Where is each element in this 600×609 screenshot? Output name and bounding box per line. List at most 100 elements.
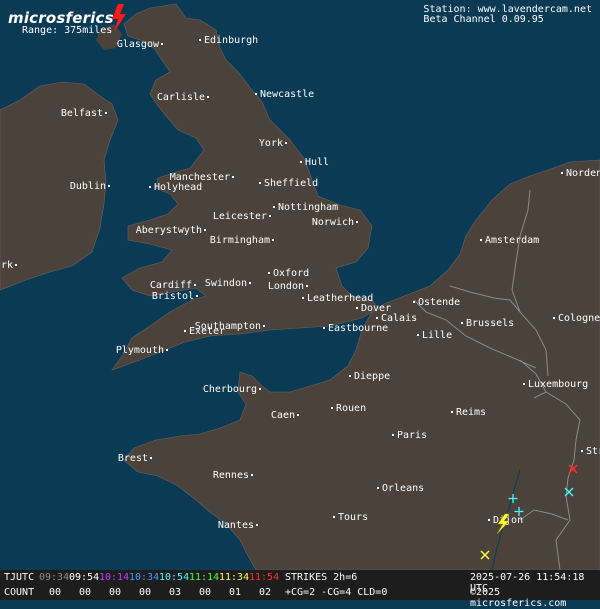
- count-slot: 00: [79, 587, 92, 598]
- city-dot: [377, 487, 379, 489]
- city-dot: [306, 285, 308, 287]
- time-slot: 11:54: [249, 572, 280, 583]
- city-plymouth: Plymouth: [116, 345, 168, 356]
- city-label: Oxford: [273, 268, 309, 279]
- city-label: Lille: [422, 330, 452, 341]
- city-dot: [417, 334, 419, 336]
- count-slot: 01: [229, 587, 242, 598]
- city-label: Paris: [397, 430, 427, 441]
- city-dot: [561, 172, 563, 174]
- city-dot: [150, 457, 152, 459]
- city-dot: [356, 221, 358, 223]
- city-hull: Hull: [300, 157, 329, 168]
- city-label: Edinburgh: [204, 35, 258, 46]
- city-dot: [413, 301, 415, 303]
- city-label: Plymouth: [116, 345, 164, 356]
- city-label: Brest: [118, 453, 148, 464]
- status-footer: TJUTC 09:34 09:54 10:14 10:34 10:54 11:14 11:3…: [0, 570, 600, 609]
- time-slot: 09:34: [39, 572, 70, 583]
- city-label: Glasgow: [117, 39, 160, 50]
- city-dot: [166, 349, 168, 351]
- city-label: Reims: [456, 407, 486, 418]
- count-slot: 00: [109, 587, 122, 598]
- time-slot: 11:14: [189, 572, 220, 583]
- city-label: Calais: [381, 313, 417, 324]
- city-dot: [263, 325, 265, 327]
- time-slot: 11:34: [219, 572, 250, 583]
- city-label: Swindon: [205, 278, 247, 289]
- city-label: Cologne: [558, 313, 600, 324]
- city-birmingham: Birmingham: [210, 235, 274, 246]
- city-dot: [297, 414, 299, 416]
- strikes-total: STRIKES 2h=6: [285, 572, 358, 583]
- city-dot: [255, 93, 257, 95]
- city-dot: [249, 282, 251, 284]
- city-label: Birmingham: [210, 235, 270, 246]
- city-label: Ostende: [418, 297, 460, 308]
- city-dot: [207, 96, 209, 98]
- city-dot: [105, 112, 107, 114]
- city-bristol: Bristol: [152, 291, 198, 302]
- footer-row-counts: COUNT 00 00 00 00 03 00 01 02 +CG=2 -CG=4 CLD=0…: [0, 585, 600, 609]
- city-dot: [184, 330, 186, 332]
- city-label: Dieppe: [354, 371, 390, 382]
- city-label: London: [268, 281, 304, 292]
- count-slot: 00: [139, 587, 152, 598]
- city-edinburgh: Edinburgh: [199, 35, 258, 46]
- city-dot: [553, 317, 555, 319]
- city-dot: [356, 307, 358, 309]
- city-reims: Reims: [451, 407, 486, 418]
- city-dot: [269, 215, 271, 217]
- city-swindon: Swindon: [205, 278, 251, 289]
- city-label: Brussels: [466, 318, 514, 329]
- city-dot: [451, 411, 453, 413]
- lightning-map[interactable]: Glasgow Edinburgh Belfast Carlisle Newcastle…: [0, 0, 600, 600]
- city-paris: Paris: [392, 430, 427, 441]
- city-dot: [461, 322, 463, 324]
- city-belfast: Belfast: [61, 108, 107, 119]
- city-dot: [331, 407, 333, 409]
- city-dot: [323, 327, 325, 329]
- city-southampton: Southampton: [195, 321, 265, 332]
- count-slot: 02: [259, 587, 272, 598]
- city-label: Bristol: [152, 291, 194, 302]
- city-dot: [268, 272, 270, 274]
- city-rouen: Rouen: [331, 403, 366, 414]
- city-label: Nottingham: [278, 202, 338, 213]
- city-label: Southampton: [195, 321, 261, 332]
- city-dot: [256, 524, 258, 526]
- city-cherbourg: Cherbourg: [203, 384, 261, 395]
- city-dot: [259, 182, 261, 184]
- city-sheffield: Sheffield: [259, 178, 318, 189]
- city-label: Hull: [305, 157, 329, 168]
- city-tours: Tours: [333, 512, 368, 523]
- count-slot: 00: [49, 587, 62, 598]
- city-label: York: [259, 138, 283, 149]
- city-dot: [302, 297, 304, 299]
- city-norwich: Norwich: [312, 217, 358, 228]
- city-glasgow: Glasgow: [117, 39, 163, 50]
- city-label: Norwich: [312, 217, 354, 228]
- city-dot: [392, 434, 394, 436]
- city-label: Cherbourg: [203, 384, 257, 395]
- city-label: Eastbourne: [328, 323, 388, 334]
- beta-channel: Beta Channel 0.09.95: [423, 14, 544, 25]
- city-caen: Caen: [271, 410, 299, 421]
- city-luxembourg: Luxembourg: [523, 379, 588, 390]
- city-label: Orleans: [382, 483, 424, 494]
- city-dot: [581, 450, 583, 452]
- city-oxford: Oxford: [268, 268, 309, 279]
- city-dot: [273, 206, 275, 208]
- city-eastbourne: Eastbourne: [323, 323, 388, 334]
- time-slot: 10:34: [129, 572, 160, 583]
- city-ostende: Ostende: [413, 297, 460, 308]
- time-slot: 10:54: [159, 572, 190, 583]
- city-label: Holyhead: [154, 182, 202, 193]
- city-norden: Norden: [561, 168, 600, 179]
- city-brest: Brest: [118, 453, 152, 464]
- city-dot: [285, 142, 287, 144]
- city-dot: [272, 239, 274, 241]
- city-dot: [108, 185, 110, 187]
- city-nottingham: Nottingham: [273, 202, 338, 213]
- city-dot: [15, 264, 17, 266]
